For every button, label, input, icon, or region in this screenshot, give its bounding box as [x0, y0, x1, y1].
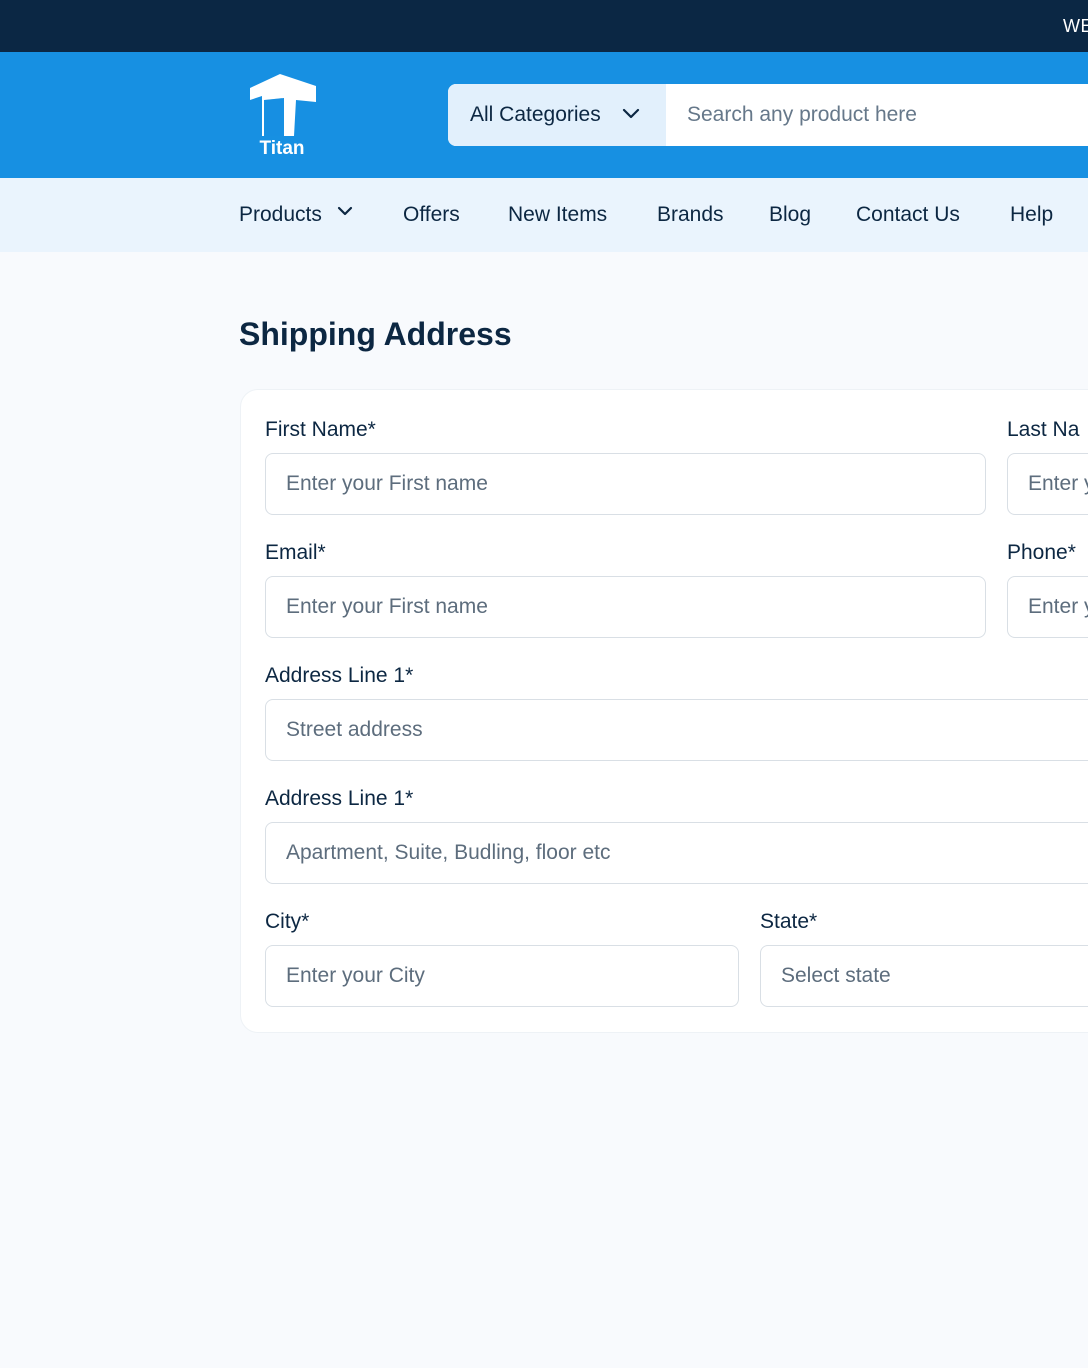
last-name-label: Last Na: [1007, 418, 1080, 441]
search-input[interactable]: [666, 84, 1088, 146]
topbar-text: WE: [1063, 16, 1088, 36]
category-label: All Categories: [470, 103, 601, 126]
city-label: City*: [265, 910, 310, 933]
last-name-input[interactable]: [1007, 453, 1088, 515]
state-label: State*: [760, 910, 818, 933]
nav-item-contact-us[interactable]: Contact Us: [856, 203, 960, 227]
first-name-input[interactable]: [265, 453, 986, 515]
address-line-2-input[interactable]: [265, 822, 1088, 884]
nav-item-products[interactable]: Products: [239, 203, 322, 227]
logo-text: Titan: [259, 138, 305, 159]
phone-input[interactable]: [1007, 576, 1088, 638]
email-input[interactable]: [265, 576, 986, 638]
page-title: Shipping Address: [239, 316, 512, 352]
nav-item-help[interactable]: Help: [1010, 203, 1053, 227]
address-line-1-label: Address Line 1*: [265, 664, 414, 687]
first-name-label: First Name*: [265, 418, 376, 441]
nav-item-offers[interactable]: Offers: [403, 203, 460, 227]
nav-item-brands[interactable]: Brands: [657, 203, 724, 227]
nav-item-blog[interactable]: Blog: [769, 203, 811, 227]
phone-label: Phone*: [1007, 541, 1076, 564]
top-bar: WE: [0, 0, 1088, 52]
address-line-1-input[interactable]: [265, 699, 1088, 761]
titan-logo-icon: [250, 74, 316, 136]
chevron-down-icon: [622, 108, 640, 119]
header: Titan All Categories: [0, 52, 1088, 178]
address-line-2-label: Address Line 1*: [265, 787, 414, 810]
city-input[interactable]: [265, 945, 739, 1007]
nav-item-new-items[interactable]: New Items: [508, 203, 607, 227]
main-nav: Products Offers New Items Brands Blog Co…: [0, 178, 1088, 252]
chevron-down-icon[interactable]: [337, 206, 353, 217]
search-bar: All Categories: [448, 84, 1088, 146]
category-select[interactable]: All Categories: [448, 84, 666, 146]
logo[interactable]: Titan: [246, 74, 318, 160]
email-label: Email*: [265, 541, 326, 564]
state-select[interactable]: [760, 945, 1088, 1007]
